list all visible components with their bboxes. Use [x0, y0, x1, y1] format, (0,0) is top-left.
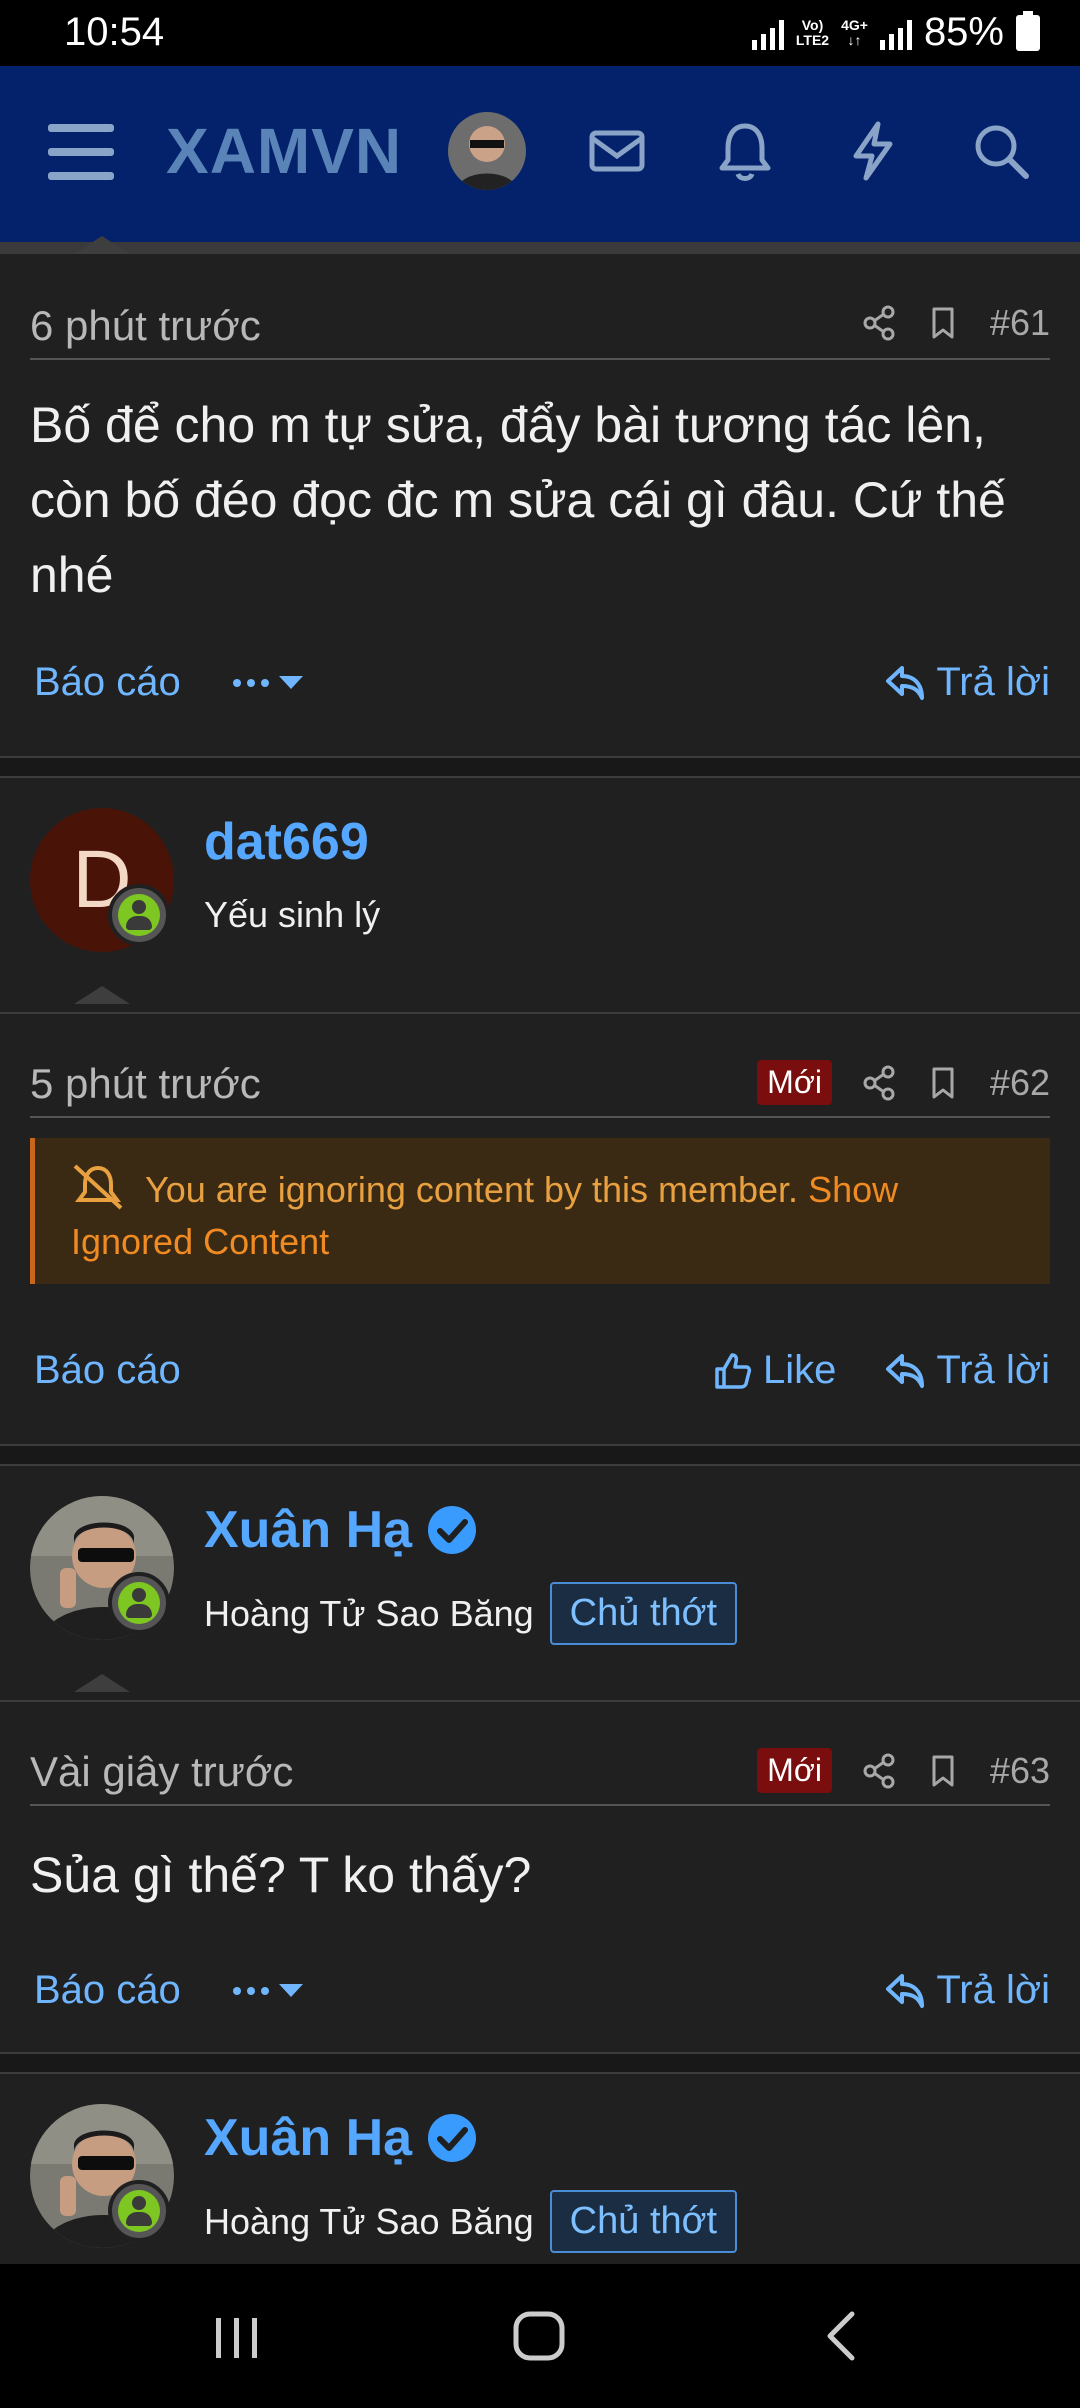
bookmark-icon[interactable] [926, 1065, 960, 1101]
reply-icon [886, 1353, 925, 1388]
post-61-actions: Báo cáo Trả lời [30, 652, 1050, 712]
dots-icon [232, 678, 269, 687]
battery-percent: 85% [923, 10, 1004, 54]
reply-button[interactable]: Trả lời [884, 1968, 1050, 2013]
system-nav-bar [0, 2264, 1080, 2408]
post-time[interactable]: Vài giây trước [30, 1748, 293, 1796]
post-62-meta: 5 phút trước Mới #62 [30, 1038, 1050, 1118]
post-separator [0, 2052, 1080, 2074]
site-logo[interactable]: XAMVN [166, 114, 402, 188]
new-badge: Mới [757, 1060, 832, 1105]
post-63-actions: Báo cáo Trả lời [30, 1960, 1050, 2020]
share-icon[interactable] [862, 305, 896, 341]
user-avatar[interactable] [448, 112, 526, 190]
new-badge: Mới [757, 1748, 832, 1793]
ignored-text: You are ignoring content by this member. [145, 1169, 799, 1210]
battery-icon [1016, 10, 1040, 51]
author-name[interactable]: Xuân Hạ [204, 1500, 478, 1560]
inbox-icon[interactable] [582, 116, 652, 186]
post-64-author: Xuân Hạ Hoàng Tử Sao Băng Chủ thớt [0, 2074, 1080, 2264]
caret-down-icon [278, 1983, 303, 1997]
recent-apps-icon[interactable] [202, 2304, 272, 2368]
post-63-meta: Vài giây trước Mới #63 [30, 1726, 1050, 1806]
bookmark-icon[interactable] [926, 305, 960, 341]
report-link[interactable]: Báo cáo [34, 660, 181, 705]
caret-down-icon [278, 675, 303, 689]
status-icons: Vo) LTE2 4G+ ↓↑ 85% [751, 10, 1040, 55]
signal-2-icon [879, 16, 912, 50]
user-title: Yếu sinh lý [204, 894, 381, 935]
report-link[interactable]: Báo cáo [34, 1968, 181, 2013]
online-status-icon [108, 884, 170, 946]
verified-badge-icon [428, 2114, 477, 2162]
dots-icon [232, 1986, 269, 1995]
bookmark-icon[interactable] [926, 1753, 960, 1789]
post-separator [0, 756, 1080, 778]
network-4g-label: 4G+ ↓↑ [841, 16, 868, 48]
post-content: Sủa gì thế? T ko thấy? [30, 1847, 532, 1903]
status-bar: 10:54 Vo) LTE2 4G+ ↓↑ 85% [0, 0, 1080, 66]
reply-button[interactable]: Trả lời [884, 1348, 1050, 1393]
message-arrow [74, 1674, 130, 1692]
bell-icon[interactable] [710, 116, 780, 186]
status-time: 10:54 [64, 10, 165, 54]
online-status-icon [108, 1572, 170, 1634]
share-icon[interactable] [862, 1065, 896, 1101]
post-number[interactable]: #63 [990, 1750, 1050, 1792]
thumbs-up-icon [715, 1352, 752, 1389]
home-icon[interactable] [504, 2304, 574, 2368]
post-number[interactable]: #62 [990, 1062, 1050, 1104]
more-menu[interactable] [231, 1983, 303, 1998]
post-63-author: Xuân Hạ Hoàng Tử Sao Băng Chủ thớt [0, 1466, 1080, 1706]
verified-badge-icon [428, 1506, 477, 1554]
op-badge: Chủ thớt [549, 1582, 738, 1645]
author-name[interactable]: Xuân Hạ [204, 2108, 478, 2168]
network-label: Vo) LTE2 [795, 16, 830, 48]
header-divider [0, 242, 1080, 254]
share-icon[interactable] [862, 1753, 896, 1789]
reply-icon [886, 665, 925, 700]
like-button[interactable]: Like [713, 1348, 836, 1393]
back-icon[interactable] [808, 2304, 878, 2368]
ignored-content-notice: You are ignoring content by this member.… [30, 1138, 1050, 1284]
post-separator [0, 1444, 1080, 1466]
bolt-icon[interactable] [838, 116, 908, 186]
post-62-author: D dat669 Yếu sinh lý [0, 778, 1080, 1018]
report-link[interactable]: Báo cáo [34, 1348, 181, 1393]
author-name[interactable]: dat669 [204, 812, 369, 872]
op-badge: Chủ thớt [549, 2190, 738, 2253]
menu-icon[interactable] [48, 124, 114, 184]
post-time[interactable]: 6 phút trước [30, 302, 261, 350]
reply-icon [886, 1973, 925, 2008]
more-menu[interactable] [231, 675, 303, 690]
app-header: XAMVN [0, 66, 1080, 242]
user-title: Hoàng Tử Sao Băng [204, 2200, 534, 2242]
post-number[interactable]: #61 [990, 302, 1050, 344]
reply-button[interactable]: Trả lời [884, 660, 1050, 705]
post-62-actions: Báo cáo Like Trả lời [30, 1340, 1050, 1400]
post-61-meta: 6 phút trước #61 [30, 280, 1050, 360]
post-content: Bố để cho m tự sửa, đẩy bài tương tác lê… [30, 397, 1006, 603]
message-arrow [74, 236, 130, 254]
signal-icon [751, 16, 784, 50]
post-time[interactable]: 5 phút trước [30, 1060, 261, 1108]
online-status-icon [108, 2180, 170, 2242]
message-arrow [74, 986, 130, 1004]
search-icon[interactable] [966, 116, 1036, 186]
user-title: Hoàng Tử Sao Băng [204, 1592, 534, 1634]
